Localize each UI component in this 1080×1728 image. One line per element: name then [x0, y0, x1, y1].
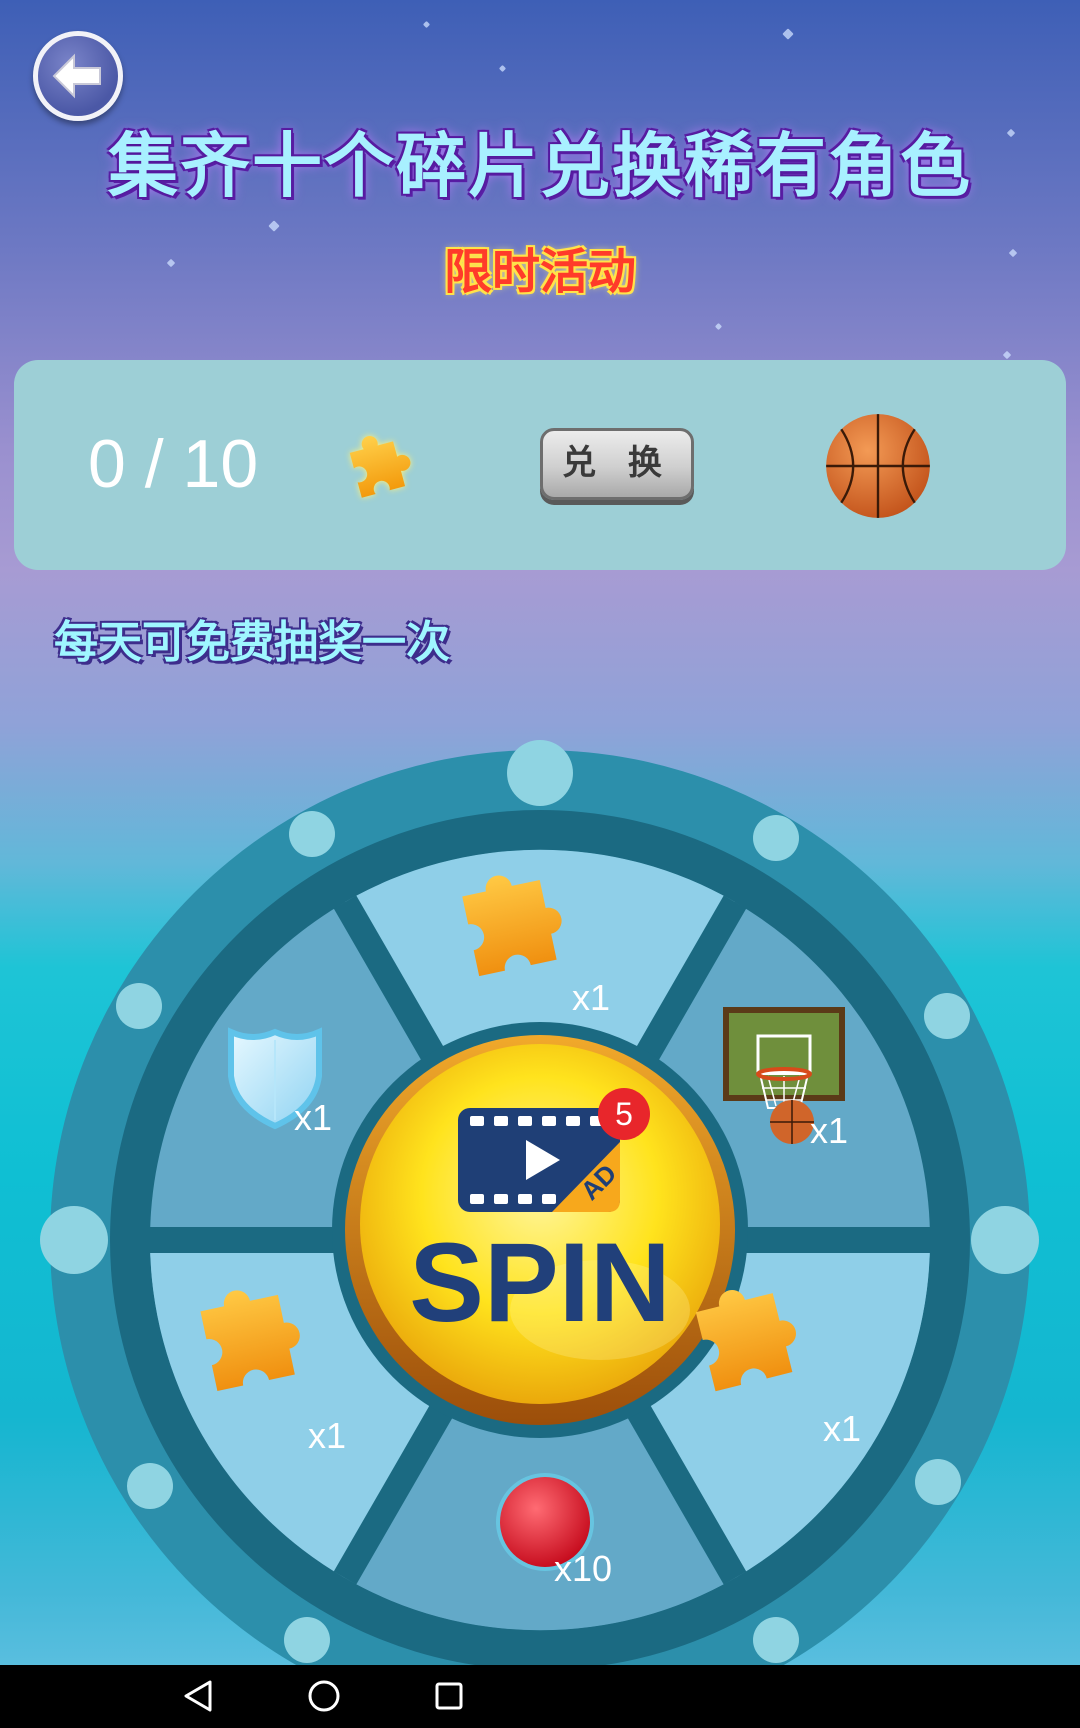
nav-home-icon	[308, 1680, 340, 1712]
nav-recents-icon	[435, 1682, 463, 1710]
wheel-qty-left-lower: x1	[308, 1415, 347, 1456]
spin-label: SPIN	[409, 1220, 671, 1345]
wheel-qty-top: x1	[572, 977, 611, 1018]
wheel-qty-left-upper: x1	[294, 1097, 333, 1138]
nav-recents-button[interactable]	[419, 1670, 479, 1722]
prize-wheel	[40, 740, 1039, 1728]
wheel-qty-bottom: x10	[554, 1548, 613, 1589]
system-nav-bar	[0, 1665, 1080, 1728]
nav-back-button[interactable]	[168, 1670, 228, 1722]
nav-back-icon	[184, 1680, 212, 1712]
ad-count-badge: 5	[598, 1088, 650, 1140]
wheel-qty-right-lower: x1	[823, 1408, 862, 1449]
wheel-qty-right-upper: x1	[810, 1110, 849, 1151]
video-ad-icon: AD	[458, 1108, 622, 1212]
nav-home-button[interactable]	[294, 1670, 354, 1722]
